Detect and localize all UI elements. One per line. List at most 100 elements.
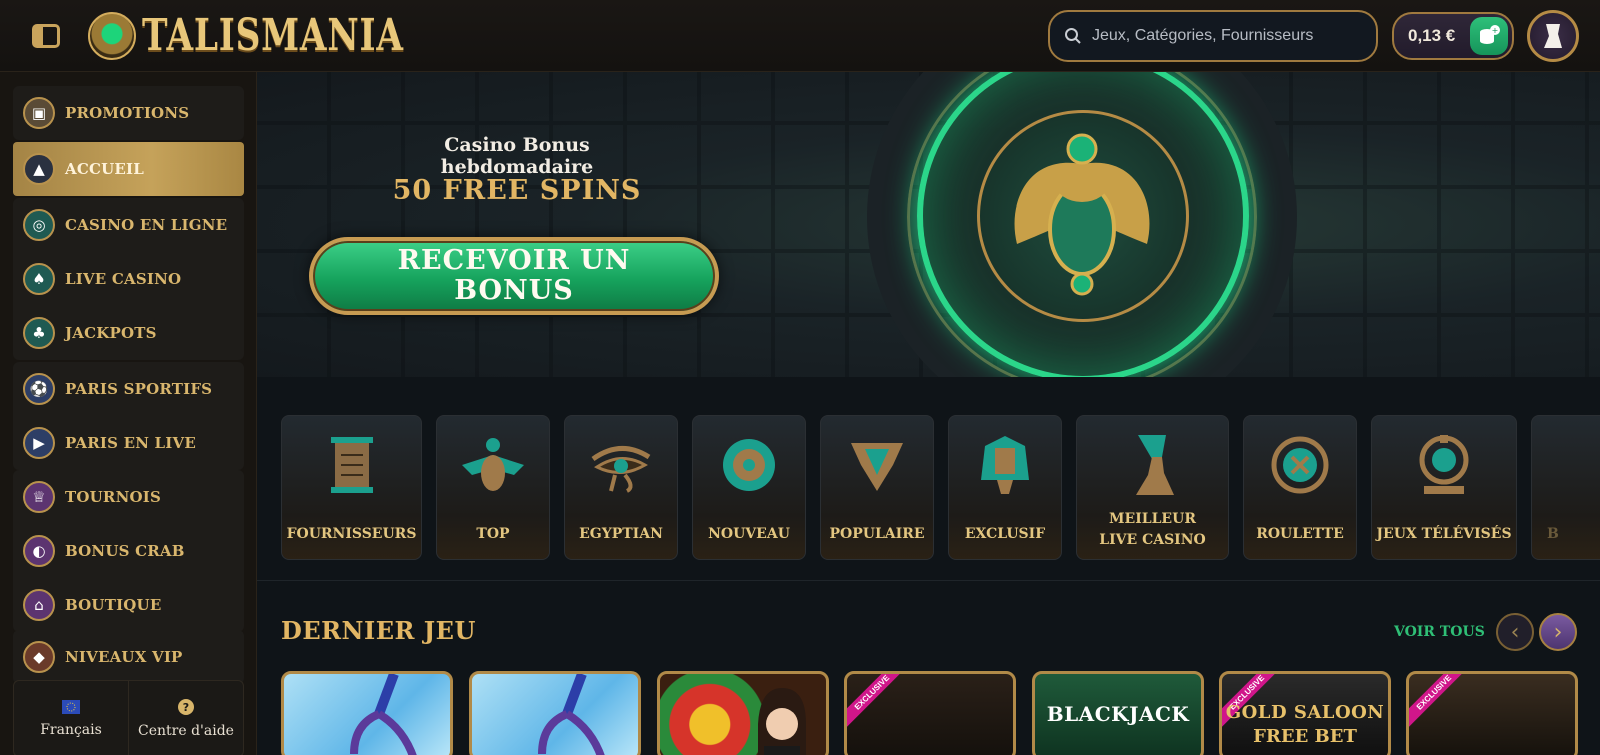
balance-amount: 0,13 € <box>1408 26 1456 45</box>
sidebar-item-bonus-crab[interactable]: ◐ BONUS CRAB <box>13 524 244 578</box>
search-input[interactable] <box>1092 27 1362 45</box>
eu-flag-icon <box>62 699 80 714</box>
sidebar-item-label: LIVE CASINO <box>65 270 182 288</box>
nefertiti-icon <box>1118 432 1188 498</box>
search-icon <box>1065 28 1081 44</box>
category-label: EGYPTIAN <box>579 526 663 542</box>
category-exclusif[interactable]: EXCLUSIF <box>948 415 1062 560</box>
category-label: EXCLUSIF <box>964 526 1046 542</box>
category-meilleur-live-casino[interactable]: MEILLEUR LIVE CASINO <box>1076 415 1229 560</box>
exclusive-ribbon: EXCLUSIVE <box>847 674 909 729</box>
game-card[interactable]: BLACKJACK <box>1032 671 1204 755</box>
sun-compass-icon <box>714 432 784 498</box>
scarab-icon <box>458 432 528 498</box>
chevron-right-icon: › <box>1553 619 1563 645</box>
sidebar-item-niveaux-vip[interactable]: ◆ NIVEAUX VIP <box>13 630 244 684</box>
sidebar-item-casino-en-ligne[interactable]: ◎ CASINO EN LIGNE <box>13 198 244 252</box>
category-egyptian[interactable]: EGYPTIAN <box>564 415 678 560</box>
carousel-prev-button[interactable]: ‹ <box>1496 613 1534 651</box>
search-bar[interactable] <box>1048 10 1378 62</box>
game-card[interactable]: EXCLUSIVE GOLD SALOON FREE BET <box>1219 671 1391 755</box>
svg-text:?: ? <box>183 701 189 714</box>
deposit-coins-icon[interactable]: + <box>1470 17 1508 55</box>
category-populaire[interactable]: POPULAIRE <box>820 415 934 560</box>
balance-widget[interactable]: 0,13 € + <box>1392 12 1514 60</box>
banner-title: 50 FREE SPINS <box>392 175 642 206</box>
language-label: Français <box>40 721 102 738</box>
help-label: Centre d'aide <box>138 722 234 739</box>
eye-of-horus-icon <box>586 432 656 498</box>
game-subtitle: FREE BET <box>1253 726 1357 747</box>
temple-icon: ⌂ <box>23 589 55 621</box>
sidebar-item-promotions[interactable]: ▣ PROMOTIONS <box>13 86 244 140</box>
category-label: FOURNISSEURS <box>286 526 417 542</box>
chevron-left-icon: ‹ <box>1510 619 1520 645</box>
promo-banner[interactable]: Casino Bonus hebdomadaire 50 FREE SPINS … <box>257 72 1600 377</box>
category-label: POPULAIRE <box>829 526 925 542</box>
profile-avatar[interactable] <box>1527 10 1579 62</box>
app-root: TALISMANIA 0,13 € + ▣ PROMOTIONS ▲ ACC <box>0 0 1600 755</box>
help-icon: ? <box>178 698 194 715</box>
category-label: MEILLEUR LIVE CASINO <box>1099 511 1206 548</box>
category-jeux-televises[interactable]: JEUX TÉLÉVISÉS <box>1371 415 1517 560</box>
receive-bonus-label: RECEVOIR UN BONUS <box>397 245 631 306</box>
game-card[interactable]: EXCLUSIVE <box>1406 671 1578 755</box>
clover-icon: ♣ <box>23 317 55 349</box>
sidebar-item-live-casino[interactable]: ♠ LIVE CASINO <box>13 252 244 306</box>
claw-game-icon <box>350 674 417 755</box>
chip-icon: ◎ <box>23 209 55 241</box>
sidebar-item-label: BOUTIQUE <box>65 596 162 614</box>
category-partial[interactable]: B <box>1531 415 1600 560</box>
sidebar-group-home: ▲ ACCUEIL <box>13 142 244 196</box>
sidebar-group-rewards: ♕ TOURNOIS ◐ BONUS CRAB ⌂ BOUTIQUE <box>13 470 244 632</box>
nefertiti-avatar-icon <box>1544 24 1562 48</box>
sidebar-item-label: NIVEAUX VIP <box>65 648 183 666</box>
sidebar-footer: Français ? Centre d'aide <box>13 680 244 755</box>
category-label: ROULETTE <box>1256 526 1344 542</box>
category-top[interactable]: TOP <box>436 415 550 560</box>
sidebar-item-paris-sportifs[interactable]: ⚽ PARIS SPORTIFS <box>13 362 244 416</box>
game-card[interactable] <box>469 671 641 755</box>
scarab-emblem-icon <box>1014 133 1150 296</box>
category-label: TOP <box>476 526 510 542</box>
presenter-icon <box>758 688 806 755</box>
game-card[interactable] <box>657 671 829 755</box>
category-nouveau[interactable]: NOUVEAU <box>692 415 806 560</box>
language-button[interactable]: Français <box>14 681 128 755</box>
scarab-logo-icon <box>88 11 136 60</box>
sidebar-group-casino: ◎ CASINO EN LIGNE ♠ LIVE CASINO ♣ JACKPO… <box>13 198 244 360</box>
category-fournisseurs[interactable]: FOURNISSEURS <box>281 415 422 560</box>
sidebar-item-boutique[interactable]: ⌂ BOUTIQUE <box>13 578 244 632</box>
carousel-next-button[interactable]: › <box>1539 613 1577 651</box>
sidebar-toggle-icon[interactable] <box>32 24 60 48</box>
svg-text:+: + <box>1492 26 1499 35</box>
logo-text: TALISMANIA <box>142 10 404 61</box>
claw-game-icon <box>538 674 605 755</box>
game-title: BLACKJACK <box>1046 702 1190 726</box>
game-card[interactable] <box>281 671 453 755</box>
game-card[interactable]: EXCLUSIVE <box>844 671 1016 755</box>
sidebar-item-accueil[interactable]: ▲ ACCUEIL <box>13 142 244 196</box>
sidebar-item-jackpots[interactable]: ♣ JACKPOTS <box>13 306 244 360</box>
sidebar-item-label: BONUS CRAB <box>65 542 185 560</box>
ornament-icon <box>842 432 912 498</box>
category-label: B <box>1547 526 1559 542</box>
sidebar-item-label: PARIS EN LIVE <box>65 434 196 452</box>
play-icon: ▶ <box>23 427 55 459</box>
sidebar-item-label: PROMOTIONS <box>65 104 190 122</box>
sidebar-item-label: PARIS SPORTIFS <box>65 380 213 398</box>
sidebar-item-tournois[interactable]: ♕ TOURNOIS <box>13 470 244 524</box>
category-roulette[interactable]: ROULETTE <box>1243 415 1357 560</box>
pharaoh-icon <box>970 432 1040 498</box>
latest-games-title: DERNIER JEU <box>281 616 476 645</box>
logo[interactable]: TALISMANIA <box>88 10 478 61</box>
diamond-icon: ◆ <box>23 641 55 673</box>
see-all-link[interactable]: VOIR TOUS <box>1394 624 1485 640</box>
receive-bonus-button[interactable]: RECEVOIR UN BONUS <box>309 237 719 315</box>
game-title: GOLD SALOON <box>1225 702 1385 723</box>
sidebar-item-paris-en-live[interactable]: ▶ PARIS EN LIVE <box>13 416 244 470</box>
wheel-icon <box>1409 432 1479 498</box>
sidebar-item-label: JACKPOTS <box>65 324 157 342</box>
treasure-chest-icon: ▣ <box>23 97 55 129</box>
help-center-button[interactable]: ? Centre d'aide <box>128 681 243 755</box>
